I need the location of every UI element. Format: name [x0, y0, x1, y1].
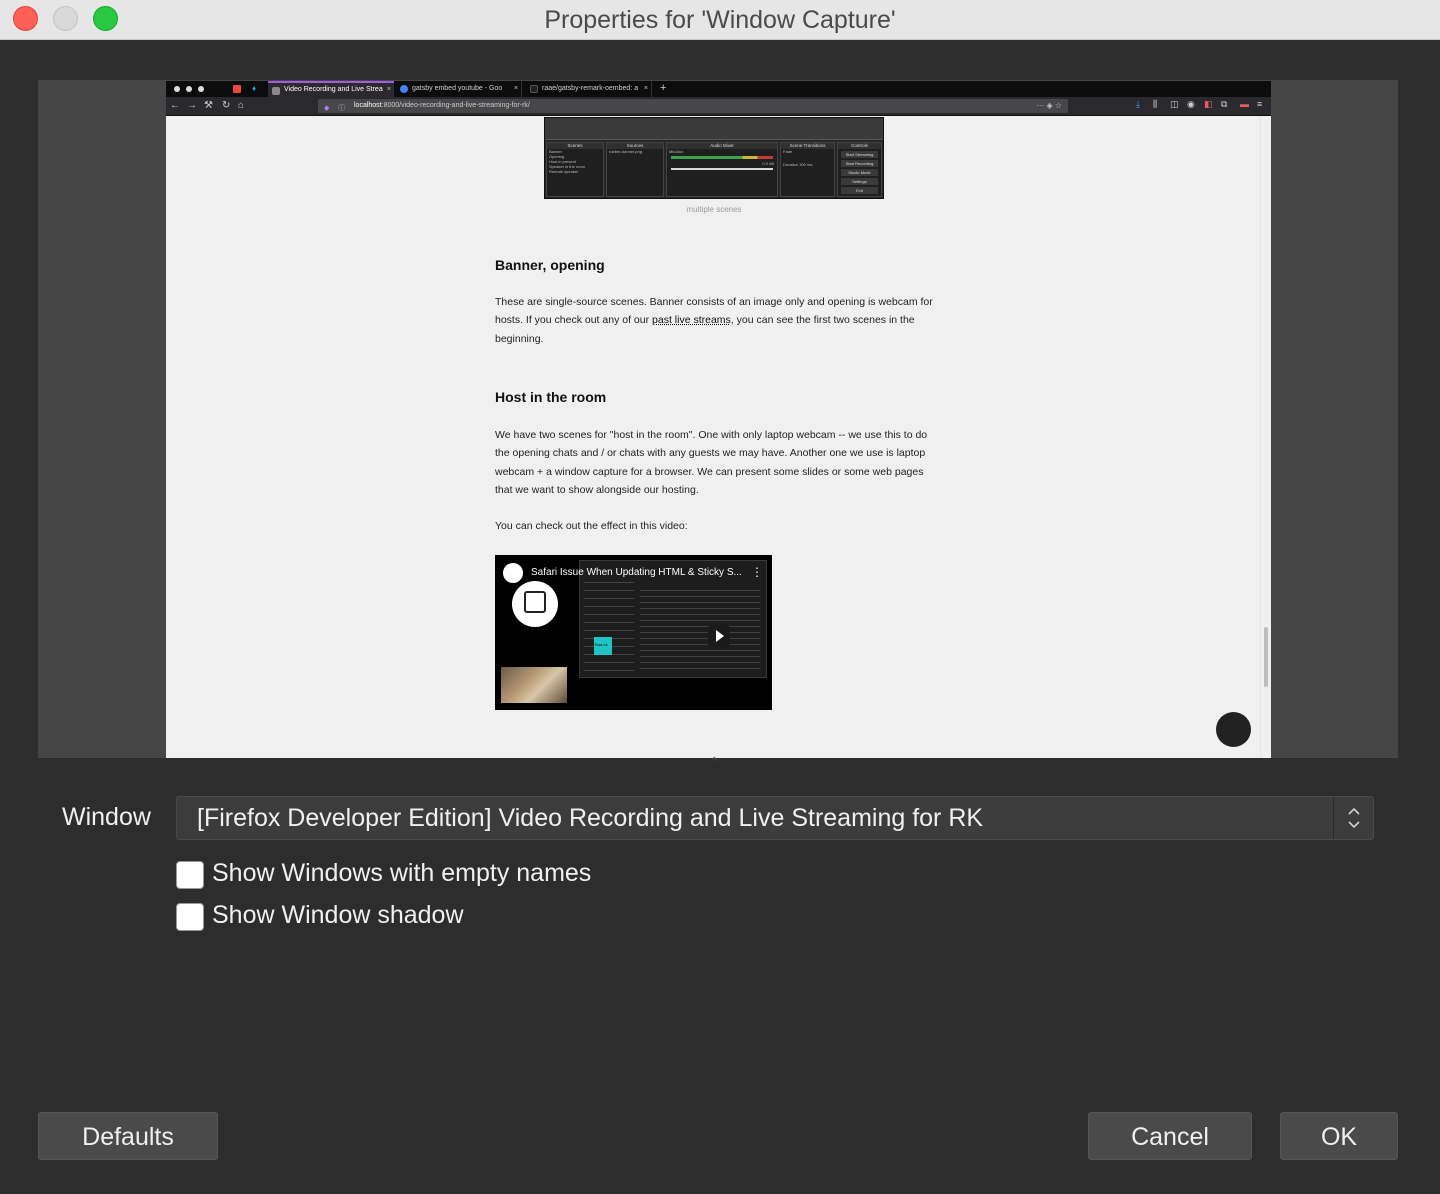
chevron-up-icon: ^: [712, 756, 717, 767]
tab-label: raae/gatsby-remark-oembed: a: [542, 85, 639, 92]
shield-icon: ◆: [324, 105, 330, 112]
obs-transition-type: Fade: [783, 149, 793, 154]
obs-controls-panel: Controls Start Streaming Start Recording…: [837, 142, 882, 197]
obs-transition-duration: Duration 300 ms: [783, 162, 813, 167]
page-actions-icon[interactable]: ··· ◈ ☆: [1036, 99, 1062, 113]
tab-close-icon[interactable]: ×: [514, 81, 518, 97]
reload-icon[interactable]: ↻: [222, 100, 230, 112]
cancel-button[interactable]: Cancel: [1088, 1112, 1252, 1160]
browser-nav-bar: ← → ⚒ ↻ ⌂ ◆ ⓘ localhost:8000/video-recor…: [166, 97, 1271, 116]
obs-exit: Exit: [841, 187, 878, 194]
window-title: Properties for 'Window Capture': [544, 6, 896, 34]
browser-tab[interactable]: gatsby embed youtube - Goo ×: [396, 81, 522, 97]
section-heading: Banner, opening: [495, 257, 605, 273]
show-empty-names-checkbox[interactable]: [176, 861, 204, 889]
channel-avatar[interactable]: [501, 561, 525, 585]
github-favicon-icon: [530, 85, 538, 93]
menu-icon[interactable]: ≡: [1257, 99, 1262, 109]
window-label: Window: [62, 803, 151, 831]
back-icon[interactable]: ←: [170, 100, 180, 112]
obs-start-streaming: Start Streaming: [841, 151, 878, 158]
obs-preview-area: [545, 118, 883, 140]
twitter-pinned-tab-icon[interactable]: ♦: [252, 84, 256, 93]
obs-studio-mode: Studio Mode: [841, 169, 878, 176]
obs-mixer-level: 0.0 dB: [762, 161, 774, 166]
obs-mixer-channel: Mic/Aux: [669, 149, 684, 154]
browser-tab[interactable]: raae/gatsby-remark-oembed: a ×: [526, 81, 652, 97]
tab-close-icon[interactable]: ×: [387, 83, 391, 97]
title-bar: Properties for 'Window Capture': [0, 0, 1440, 40]
thumbnail-code: [640, 585, 760, 673]
library-icon[interactable]: ⫼: [1153, 99, 1157, 110]
more-options-icon[interactable]: ⋮: [751, 566, 763, 578]
obs-volume-meter: [671, 156, 773, 159]
scroll-thumb[interactable]: [1264, 627, 1268, 687]
webcam-overlay: [501, 667, 567, 703]
show-empty-names-label[interactable]: Show Windows with empty names: [212, 859, 591, 888]
new-tab-icon[interactable]: +: [660, 82, 666, 94]
browser-minimize-dot-icon: [186, 86, 192, 92]
gmail-pinned-tab-icon[interactable]: [233, 85, 241, 93]
floating-action-button[interactable]: [1216, 712, 1251, 747]
ok-button[interactable]: OK: [1280, 1112, 1398, 1160]
captured-browser-window: ♦ Video Recording and Live Strea × gatsb…: [166, 81, 1271, 758]
extension-icon[interactable]: ⧉: [1221, 99, 1227, 110]
badge-label: Rua.Lk: [595, 642, 608, 647]
tab-close-icon[interactable]: ×: [644, 81, 648, 97]
pocket-icon[interactable]: ◧: [1204, 99, 1213, 110]
obs-sources-panel: Sources rubber-banner.png: [606, 142, 664, 197]
browser-tab-active[interactable]: Video Recording and Live Strea ×: [268, 81, 394, 97]
devtools-icon[interactable]: ▬: [1240, 99, 1249, 109]
tab-label: gatsby embed youtube - Goo: [412, 85, 503, 92]
obs-panel-header: Controls: [838, 143, 881, 149]
google-favicon-icon: [400, 85, 408, 93]
show-window-shadow-checkbox[interactable]: [176, 903, 204, 931]
tools-icon[interactable]: ⚒: [204, 100, 213, 112]
page-scrollbar[interactable]: [1260, 117, 1271, 758]
section-heading: Host in the room: [495, 389, 607, 405]
home-icon[interactable]: ⌂: [238, 100, 244, 112]
url-host: localhost: [354, 102, 382, 109]
obs-scenes-panel: Scenes Banner Opening Host in present Sp…: [546, 142, 604, 197]
past-live-streams-link[interactable]: past live streams: [652, 314, 731, 326]
section-paragraph: You can check out the effect in this vid…: [495, 520, 688, 532]
download-icon[interactable]: ⤓: [1136, 99, 1140, 110]
tab-favicon-icon: [272, 87, 280, 95]
obs-transitions-panel: Scene Transitions Fade Duration 300 ms: [780, 142, 835, 197]
sidebar-icon[interactable]: ◫: [1170, 99, 1179, 110]
obs-scene-item: Remote speaker: [549, 169, 579, 174]
tab-label: Video Recording and Live Strea: [284, 86, 383, 93]
channel-logo: [512, 581, 558, 627]
obs-volume-slider: [671, 168, 773, 170]
thumbnail-sidebar: [584, 575, 634, 671]
browser-maximize-dot-icon: [198, 86, 204, 92]
image-caption: multiple scenes: [686, 205, 742, 214]
section-paragraph: We have two scenes for "host in the room…: [495, 429, 928, 497]
play-button[interactable]: [708, 625, 730, 647]
info-icon: ⓘ: [338, 105, 345, 112]
defaults-button[interactable]: Defaults: [38, 1112, 218, 1160]
url-path: :8000/video-recording-and-live-streaming…: [381, 102, 530, 109]
thumbnail-badge: Rua.Lk: [594, 637, 612, 655]
browser-close-dot-icon: [174, 86, 180, 92]
embedded-obs-screenshot: Scenes Banner Opening Host in present Sp…: [544, 117, 884, 199]
section-paragraph: These are single-source scenes. Banner c…: [495, 293, 935, 348]
show-window-shadow-label[interactable]: Show Window shadow: [212, 901, 464, 930]
play-icon: [716, 630, 724, 642]
forward-icon[interactable]: →: [187, 100, 197, 112]
window-select[interactable]: [Firefox Developer Edition] Video Record…: [176, 796, 1374, 840]
obs-audio-mixer-panel: Audio Mixer Mic/Aux 0.0 dB: [666, 142, 778, 197]
address-bar[interactable]: ◆ ⓘ localhost:8000/video-recording-and-l…: [318, 99, 1068, 113]
account-icon[interactable]: ◉: [1187, 99, 1195, 110]
obs-settings: Settings: [841, 178, 878, 185]
select-updown-icon[interactable]: [1333, 797, 1373, 839]
browser-tab-strip: ♦ Video Recording and Live Strea × gatsb…: [166, 81, 1271, 97]
youtube-embed[interactable]: Rua.Lk Safari Issue When Updating HTML &…: [495, 555, 772, 710]
obs-start-recording: Start Recording: [841, 160, 878, 167]
video-title[interactable]: Safari Issue When Updating HTML & Sticky…: [531, 567, 742, 578]
window-select-value: [Firefox Developer Edition] Video Record…: [197, 804, 984, 832]
laptop-icon: [524, 591, 546, 613]
obs-source-item: rubber-banner.png: [609, 149, 642, 154]
